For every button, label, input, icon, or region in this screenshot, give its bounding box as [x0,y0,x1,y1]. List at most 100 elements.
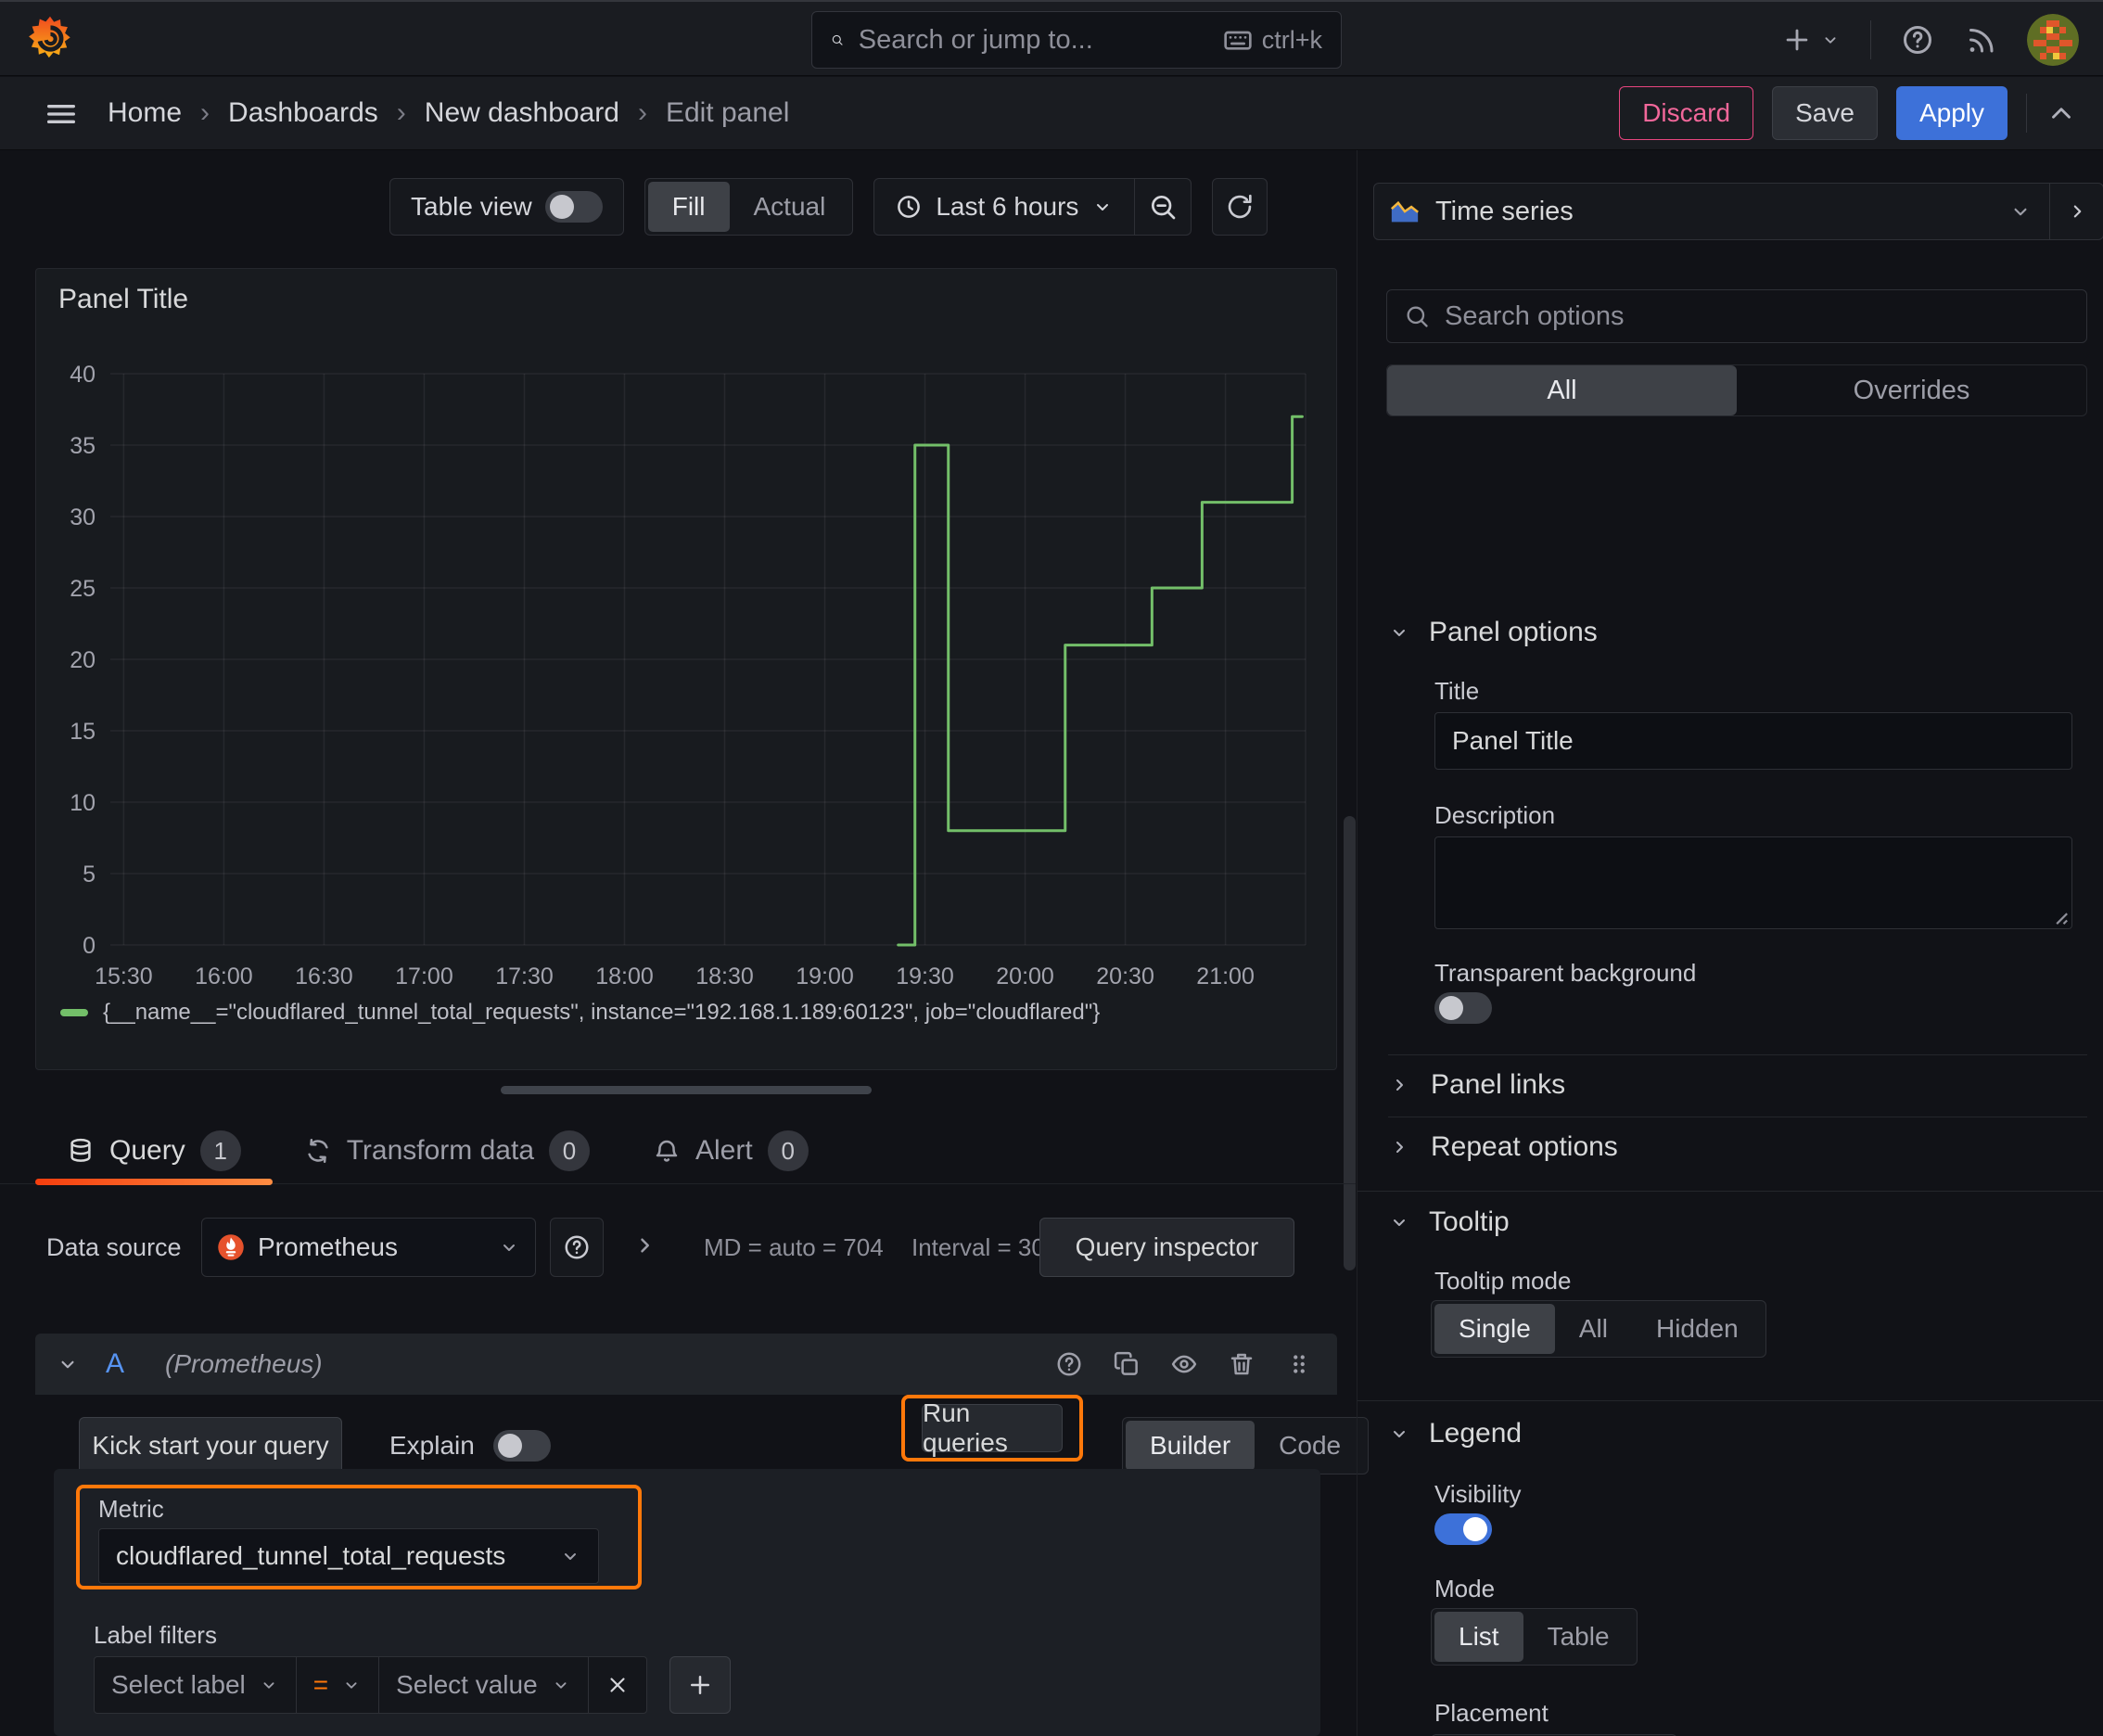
code-option[interactable]: Code [1255,1421,1365,1471]
svg-text:0: 0 [83,933,96,959]
divider [1870,20,1871,59]
tooltip-single-option[interactable]: Single [1434,1304,1555,1354]
clock-icon [898,196,921,218]
search-input[interactable] [858,24,1208,56]
options-search-input[interactable] [1445,300,2070,332]
edit-actions: Discard Save Apply [1619,77,2077,149]
options-search[interactable] [1386,289,2087,343]
svg-text:30: 30 [70,504,96,530]
apply-button[interactable]: Apply [1895,86,2007,140]
resize-grip-icon[interactable] [2048,905,2069,925]
news-rss-icon[interactable] [1964,23,1997,57]
svg-text:16:30: 16:30 [295,964,353,989]
toggle-visibility-icon[interactable] [1170,1350,1198,1378]
chart-legend[interactable]: {__name__="cloudflared_tunnel_total_requ… [60,1000,1100,1026]
remove-filter-button[interactable] [587,1656,647,1714]
operator-dropdown[interactable]: = [295,1656,380,1714]
legend-series-label[interactable]: {__name__="cloudflared_tunnel_total_requ… [103,1000,1100,1026]
fill-option[interactable]: Fill [647,182,730,232]
delete-query-icon[interactable] [1228,1350,1255,1378]
legend-section-header[interactable]: Legend [1388,1408,1522,1460]
query-inspector-button[interactable]: Query inspector [1039,1218,1294,1277]
max-data-points-info: MD = auto = 704 [704,1233,884,1261]
placement-label: Placement [1434,1699,1549,1727]
table-view-control[interactable]: Table view [389,178,624,236]
select-value-dropdown[interactable]: Select value [378,1656,589,1714]
query-datasource-hint: (Prometheus) [165,1349,323,1378]
expand-options-icon[interactable] [631,1232,658,1259]
tab-transform[interactable]: Transform data 0 [273,1118,621,1183]
legend-visibility-toggle[interactable] [1434,1513,1492,1545]
time-range-picker[interactable]: Last 6 hours [874,179,1134,235]
topbar-actions [1781,2,2079,78]
add-filter-button[interactable] [669,1656,731,1714]
repeat-options-section[interactable]: Repeat options [1388,1117,1618,1177]
builder-option[interactable]: Builder [1126,1421,1255,1471]
visualization-picker[interactable]: Time series [1373,183,2103,240]
visualization-name: Time series [1435,196,1574,226]
run-queries-button[interactable]: Run queries [922,1398,1063,1457]
tab-all[interactable]: All [1387,365,1737,415]
breadcrumb-dashboards[interactable]: Dashboards [228,97,378,129]
tooltip-hidden-option[interactable]: Hidden [1632,1304,1763,1354]
add-menu-button[interactable] [1781,24,1841,56]
collapse-query-icon[interactable] [56,1352,80,1376]
panel-options-header[interactable]: Panel options [1388,606,1598,658]
panel-title-input[interactable] [1434,712,2072,770]
select-label-dropdown[interactable]: Select label [94,1656,297,1714]
breadcrumb-new-dashboard[interactable]: New dashboard [425,97,619,129]
breadcrumb-home[interactable]: Home [108,97,182,129]
svg-text:20:30: 20:30 [1096,964,1154,989]
svg-text:15: 15 [70,719,96,745]
kick-start-query-button[interactable]: Kick start your query [79,1417,342,1474]
tooltip-section-header[interactable]: Tooltip [1388,1196,1510,1248]
query-row-header[interactable]: A (Prometheus) [35,1334,1337,1395]
description-textarea[interactable] [1434,836,2072,929]
drag-handle-icon[interactable] [1285,1350,1313,1378]
search-shortcut: ctrl+k [1223,25,1322,55]
svg-text:18:30: 18:30 [695,964,754,989]
legend-list-option[interactable]: List [1434,1612,1523,1662]
legend-table-option[interactable]: Table [1523,1612,1634,1662]
label-filters-label: Label filters [94,1621,217,1649]
transparent-bg-toggle[interactable] [1434,992,1492,1024]
metric-select[interactable]: cloudflared_tunnel_total_requests [98,1528,599,1584]
grafana-logo-icon[interactable] [24,13,76,65]
timeseries-chart[interactable]: 0 5 10 15 20 25 30 35 40 15:30 16:00 16:30 17:00 17:3… [36,269,1336,1069]
refresh-button[interactable] [1212,178,1268,236]
chevron-down-icon [503,1245,515,1251]
duplicate-query-icon[interactable] [1113,1350,1141,1378]
panel-resize-handle[interactable] [501,1086,872,1094]
help-circle-icon[interactable] [1055,1350,1083,1378]
global-search[interactable]: ctrl+k [811,11,1342,69]
datasource-picker[interactable]: Prometheus [201,1218,536,1277]
tab-alert[interactable]: Alert 0 [621,1118,840,1183]
search-icon [1407,306,1428,327]
tab-query[interactable]: Query 1 [35,1118,273,1185]
active-tab-underline [35,1179,273,1185]
zoom-out-button[interactable] [1135,179,1191,235]
discard-button[interactable]: Discard [1619,86,1754,140]
user-avatar[interactable] [2027,14,2079,66]
legend-mode-label: Mode [1434,1575,1496,1602]
actual-option[interactable]: Actual [730,182,850,232]
save-button[interactable]: Save [1772,86,1878,140]
tooltip-all-option[interactable]: All [1555,1304,1632,1354]
menu-icon[interactable] [43,96,80,133]
help-icon[interactable] [1901,23,1934,57]
toggle-viz-picker-button[interactable] [2049,184,2103,239]
datasource-label: Data source [46,1233,182,1261]
bell-icon [656,1140,678,1162]
datasource-help-button[interactable] [550,1218,604,1277]
scrollbar-thumb[interactable] [1344,816,1356,1270]
chevron-right-icon [1396,1079,1403,1091]
tooltip-mode-switch: Single All Hidden [1431,1300,1766,1358]
table-view-toggle[interactable] [544,191,603,223]
chevron-down-icon [565,1553,576,1560]
query-ref-id: A [106,1348,125,1379]
chevron-up-icon[interactable] [2046,97,2077,129]
explain-toggle[interactable] [493,1430,551,1462]
tab-overrides[interactable]: Overrides [1737,365,2086,415]
panel-links-section[interactable]: Panel links [1388,1055,1565,1115]
svg-text:20:00: 20:00 [996,964,1054,989]
